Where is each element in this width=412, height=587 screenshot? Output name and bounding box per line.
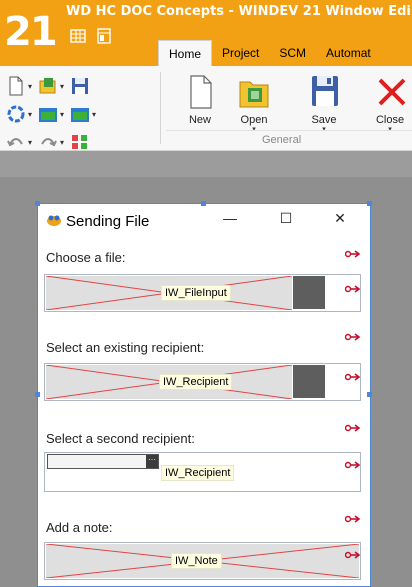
minimize-icon[interactable]: — [218, 206, 242, 230]
resize-handle[interactable] [201, 201, 206, 206]
open-button[interactable]: Open ▾ [226, 74, 282, 136]
window-caption: Sending File [46, 213, 149, 230]
new-element-icon[interactable] [6, 76, 26, 96]
dropdown-arrow-icon[interactable]: ▾ [92, 110, 96, 119]
picker-button[interactable] [293, 365, 325, 398]
layout-icon[interactable] [96, 28, 112, 44]
open-button-label: Open [240, 114, 268, 126]
save-floppy-icon [304, 74, 344, 110]
anchor-arrow-icon [345, 551, 361, 559]
control-name-tag: IW_Recipient [159, 374, 233, 390]
sending-file-window[interactable]: Sending File — ☐ ✕ Choose a file: IW_Fil… [35, 201, 372, 587]
save-icon[interactable] [70, 76, 90, 96]
refresh-icon[interactable] [6, 104, 26, 124]
anchor-arrow-icon [345, 285, 361, 293]
editor-ruler [0, 151, 412, 177]
close-button-label: Close [375, 114, 405, 126]
new-document-icon [180, 74, 220, 110]
file-input-field[interactable]: IW_FileInput [44, 274, 361, 312]
dropdown-arrow-icon[interactable]: ▾ [60, 138, 64, 147]
resize-handle[interactable] [35, 392, 40, 397]
choose-file-label: Choose a file: [46, 250, 126, 265]
close-button[interactable]: Close ▾ [362, 74, 412, 136]
note-label: Add a note: [46, 520, 113, 535]
tab-home[interactable]: Home [158, 40, 213, 66]
control-name-tag: IW_Note [171, 553, 222, 569]
windev-logo: 21 [4, 9, 58, 55]
anchor-arrow-icon [345, 515, 361, 523]
maximize-icon[interactable]: ☐ [274, 206, 298, 230]
window-caption-text: Sending File [66, 213, 150, 230]
ribbon-tabs: Home Project SCM Automat [158, 40, 381, 66]
recipient-combo[interactable]: ··· [47, 454, 159, 469]
save-button-label: Save [311, 114, 337, 126]
tab-automation[interactable]: Automat [316, 40, 381, 66]
combo-dropdown-button[interactable]: ··· [146, 455, 158, 468]
resize-handle[interactable] [367, 392, 372, 397]
anchor-arrow-icon [345, 373, 361, 381]
group-divider [166, 130, 412, 131]
control-name-tag: IW_Recipient [161, 465, 235, 481]
anchor-arrow-icon [345, 250, 361, 258]
dropdown-arrow-icon[interactable]: ▾ [28, 82, 32, 91]
existing-recipient-field[interactable]: IW_Recipient [44, 363, 361, 401]
close-x-icon [370, 74, 410, 110]
anchor-arrow-icon [345, 424, 361, 432]
new-button[interactable]: New [172, 74, 228, 136]
dropdown-arrow-icon[interactable]: ▾ [28, 110, 32, 119]
ribbon-separator [160, 72, 161, 144]
group-label-general: General [262, 134, 302, 146]
save-button[interactable]: Save ▾ [296, 74, 352, 136]
project-icon[interactable] [38, 76, 58, 96]
title-bar: 21 WD HC DOC Concepts - WINDEV 21 Window… [0, 0, 412, 66]
go-icon[interactable] [38, 104, 58, 124]
undo-icon[interactable] [6, 132, 26, 152]
resize-handle[interactable] [35, 201, 40, 206]
note-field[interactable]: IW_Note [44, 542, 361, 580]
compare-icon[interactable] [70, 132, 90, 152]
dropdown-arrow-icon[interactable]: ▾ [60, 110, 64, 119]
ribbon: ▾ ▾ ▾ ▾ ▾ ▾ ▾ New Open Save Close Genera… [0, 66, 412, 151]
redo-icon[interactable] [38, 132, 58, 152]
anchor-arrow-icon [345, 461, 361, 469]
go-window-icon[interactable] [70, 104, 90, 124]
browse-button[interactable] [293, 276, 325, 309]
windev-window-icon [46, 213, 62, 227]
dropdown-arrow-icon[interactable]: ▾ [28, 138, 32, 147]
tab-scm[interactable]: SCM [269, 40, 316, 66]
close-window-icon[interactable]: ✕ [328, 206, 352, 230]
grid-icon[interactable] [70, 28, 86, 44]
control-name-tag: IW_FileInput [161, 285, 231, 301]
resize-handle[interactable] [367, 201, 372, 206]
anchor-arrow-icon [345, 333, 361, 341]
open-folder-icon [234, 74, 274, 110]
dropdown-arrow-icon[interactable]: ▾ [60, 82, 64, 91]
tab-project[interactable]: Project [212, 40, 269, 66]
window-title: WD HC DOC Concepts - WINDEV 21 Window Ed… [66, 4, 411, 19]
second-recipient-label: Select a second recipient: [46, 431, 195, 446]
second-recipient-field[interactable]: ··· IW_Recipient [44, 452, 361, 492]
existing-recipient-label: Select an existing recipient: [46, 340, 205, 355]
new-button-label: New [188, 114, 211, 126]
